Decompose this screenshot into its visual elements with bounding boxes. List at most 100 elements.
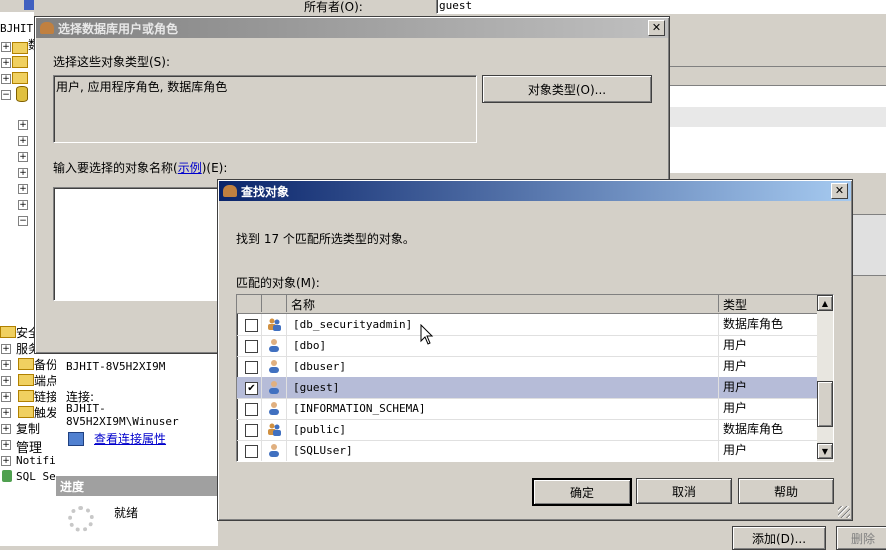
help-button[interactable]: 帮助 (738, 478, 834, 504)
owner-value: guest (439, 0, 473, 12)
tree-expand-icon[interactable]: + (1, 74, 11, 84)
check-cell: ✔ (237, 377, 262, 398)
header-name-column[interactable]: 名称 (287, 295, 719, 312)
cancel-button[interactable]: 取消 (636, 478, 732, 504)
header-type-column[interactable]: 类型 (719, 295, 817, 312)
progress-title: 进度 (60, 480, 85, 494)
folder-icon (12, 42, 28, 54)
find-dialog-title: 查找对象 (241, 184, 290, 199)
folder-icon (0, 326, 16, 338)
tree-expand-icon[interactable]: + (18, 168, 28, 178)
grid-panel (670, 66, 886, 173)
resize-grip-icon[interactable] (838, 506, 850, 518)
tree-item-sql-agent[interactable]: SQL Se (16, 470, 56, 483)
tree-collapse-icon[interactable]: − (18, 216, 28, 226)
tree-expand-icon[interactable]: + (18, 136, 28, 146)
object-name: [SQLUser] (293, 444, 353, 457)
object-types-button-label: 对象类型(O)... (527, 82, 607, 97)
row-checkbox[interactable] (245, 445, 258, 458)
vertical-scrollbar[interactable]: ▲ ▼ (817, 295, 833, 461)
tree-expand-icon[interactable]: + (1, 42, 11, 52)
icon-cell (262, 419, 287, 440)
object-types-button[interactable]: 对象类型(O)... (482, 75, 652, 103)
find-dialog-titlebar[interactable]: 查找对象 ✕ (219, 181, 851, 201)
folder-icon (12, 56, 28, 68)
object-types-field: 用户, 应用程序角色, 数据库角色 (53, 75, 477, 143)
close-icon[interactable]: ✕ (648, 20, 665, 36)
toolbar-icon[interactable] (24, 0, 34, 10)
object-name: [db_securityadmin] (293, 318, 413, 331)
connection-value: BJHIT-8V5H2XI9M\Winuser (66, 402, 179, 428)
tree-item-replication[interactable]: 复制 (16, 420, 40, 437)
select-dialog-titlebar[interactable]: 选择数据库用户或角色 ✕ (36, 18, 668, 38)
users-icon (40, 22, 54, 34)
header-icon-column[interactable] (262, 295, 287, 312)
tree-expand-icon[interactable]: + (1, 376, 11, 386)
tree-expand-icon[interactable]: + (1, 424, 11, 434)
grid-row-selected[interactable] (670, 107, 886, 127)
sql-agent-icon (2, 470, 12, 482)
users-icon (223, 185, 237, 197)
scroll-up-button[interactable]: ▲ (817, 295, 833, 311)
row-checkbox[interactable] (245, 340, 258, 353)
user-icon (267, 380, 281, 394)
row-checkbox[interactable] (245, 319, 258, 332)
header-name-label: 名称 (291, 298, 316, 312)
close-icon[interactable]: ✕ (831, 183, 848, 199)
server-name: BJHIT-8V5H2XI9M (66, 360, 166, 373)
tree-item-endpoints[interactable]: 端点 (34, 372, 58, 389)
examples-link[interactable]: 示例 (178, 161, 202, 175)
progress-spinner-icon (68, 506, 94, 532)
help-button-label: 帮助 (773, 484, 798, 499)
column-divider (718, 314, 719, 335)
find-objects-dialog: 查找对象 ✕ 找到 17 个匹配所选类型的对象。 匹配的对象(M): 名称 类型… (217, 179, 853, 521)
scroll-thumb[interactable] (817, 381, 833, 427)
list-rows: [db_securityadmin] 数据库角色 [dbo] 用户 [dbuser] 用户… (237, 314, 817, 461)
row-checkbox[interactable] (245, 361, 258, 374)
header-check-column[interactable] (237, 295, 262, 312)
user-icon (267, 359, 281, 373)
tree-expand-icon[interactable]: + (1, 440, 11, 450)
tree-expand-icon[interactable]: + (18, 184, 28, 194)
owner-field[interactable]: guest (436, 0, 886, 14)
tree-item-linked[interactable]: 链接 (34, 388, 58, 405)
object-names-label: 输入要选择的对象名称(示例)(E): (53, 159, 227, 176)
tree-item-notification[interactable]: Notifi (16, 454, 56, 467)
matched-objects-list[interactable]: 名称 类型 [db_securityadmin] 数据库角色 [dbo] 用户 [dbu… (236, 294, 834, 462)
properties-area: 所有者(O): guest (278, 0, 886, 14)
tree-expand-icon[interactable]: + (1, 392, 11, 402)
ok-button[interactable]: 确定 (532, 478, 632, 506)
list-item[interactable]: [SQLUser] 用户 (237, 440, 817, 461)
folder-icon (12, 72, 28, 84)
row-checkbox[interactable]: ✔ (245, 382, 258, 395)
view-connection-properties-link[interactable]: 查看连接属性 (94, 430, 166, 447)
scroll-down-button[interactable]: ▼ (817, 443, 833, 459)
list-item[interactable]: [INFORMATION_SCHEMA] 用户 (237, 398, 817, 420)
tree-expand-icon[interactable]: + (1, 360, 11, 370)
icon-cell (262, 314, 287, 335)
tree-item-triggers[interactable]: 触发 (34, 404, 58, 421)
row-checkbox[interactable] (245, 424, 258, 437)
tree-expand-icon[interactable]: + (1, 456, 11, 466)
delete-button[interactable]: 删除 (836, 526, 886, 550)
tree-expand-icon[interactable]: + (18, 200, 28, 210)
tree-expand-icon[interactable]: + (1, 344, 11, 354)
tree-expand-icon[interactable]: + (1, 58, 11, 68)
object-type: 数据库角色 (723, 422, 784, 436)
list-item[interactable]: [dbuser] 用户 (237, 356, 817, 378)
tree-expand-icon[interactable]: + (18, 152, 28, 162)
object-names-label-prefix: 输入要选择的对象名称( (53, 161, 178, 175)
add-button[interactable]: 添加(D)... (732, 526, 826, 550)
tree-expand-icon[interactable]: + (18, 120, 28, 130)
row-checkbox[interactable] (245, 403, 258, 416)
list-item[interactable]: ✔ [guest] 用户 (237, 377, 817, 399)
list-item[interactable]: [db_securityadmin] 数据库角色 (237, 314, 817, 336)
list-item[interactable]: [dbo] 用户 (237, 335, 817, 357)
tree-item-backup[interactable]: 备份 (34, 356, 58, 373)
list-item[interactable]: [public] 数据库角色 (237, 419, 817, 441)
tree-expand-icon[interactable]: + (1, 408, 11, 418)
object-names-input[interactable] (53, 187, 221, 301)
list-header: 名称 类型 (237, 295, 817, 314)
user-icon (267, 338, 281, 352)
tree-collapse-icon[interactable]: − (1, 90, 11, 100)
